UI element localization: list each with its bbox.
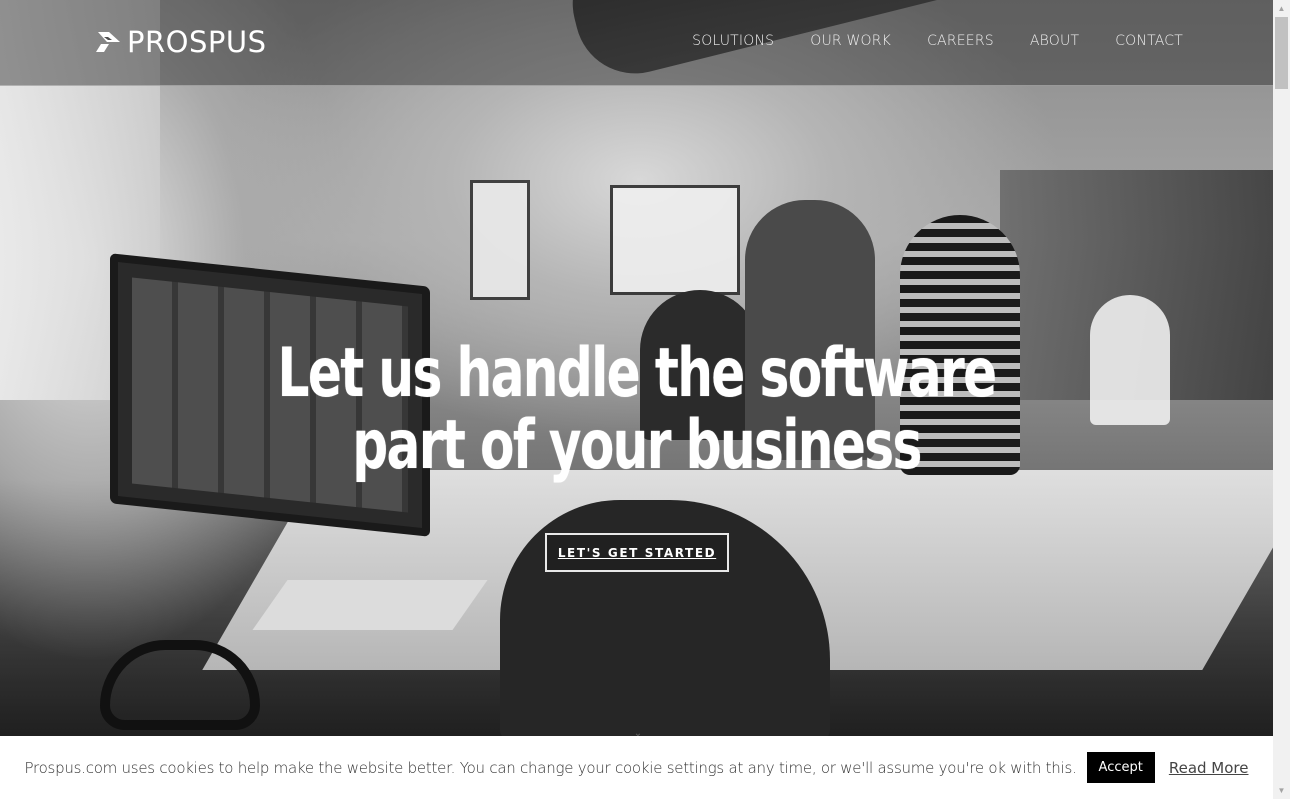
- nav-contact[interactable]: CONTACT: [1115, 33, 1183, 49]
- logo-text: PROSPUS: [127, 25, 267, 59]
- nav-solutions[interactable]: SOLUTIONS: [692, 33, 774, 49]
- hero-title: Let us handle the software part of your …: [115, 338, 1159, 482]
- cookie-message: Prospus.com uses cookies to help make th…: [24, 758, 1077, 777]
- scroll-down-arrow-icon[interactable]: ▼: [1273, 782, 1290, 799]
- keyboard: [252, 580, 488, 630]
- cookie-read-more-link[interactable]: Read More: [1169, 759, 1249, 777]
- prospus-logo-icon: [96, 31, 120, 52]
- get-started-button[interactable]: LET'S GET STARTED: [545, 533, 729, 572]
- hero-title-line-1: Let us handle the software: [277, 334, 997, 413]
- nav-about[interactable]: ABOUT: [1030, 33, 1079, 49]
- main-nav: SOLUTIONS OUR WORK CAREERS ABOUT CONTACT: [692, 33, 1183, 49]
- cookie-accept-button[interactable]: Accept: [1086, 752, 1155, 783]
- vertical-scrollbar[interactable]: ▲ ▼: [1273, 0, 1290, 799]
- cookie-consent-bar: Prospus.com uses cookies to help make th…: [0, 736, 1273, 799]
- site-header: PROSPUS SOLUTIONS OUR WORK CAREERS ABOUT…: [0, 0, 1273, 86]
- office-window: [610, 185, 740, 295]
- nav-our-work[interactable]: OUR WORK: [810, 33, 891, 49]
- logo-link[interactable]: PROSPUS: [95, 28, 267, 57]
- scrollbar-thumb[interactable]: [1275, 17, 1288, 89]
- hero-title-line-2: part of your business: [352, 406, 922, 485]
- office-window: [470, 180, 530, 300]
- nav-careers[interactable]: CAREERS: [927, 33, 994, 49]
- scroll-up-arrow-icon[interactable]: ▲: [1273, 0, 1290, 17]
